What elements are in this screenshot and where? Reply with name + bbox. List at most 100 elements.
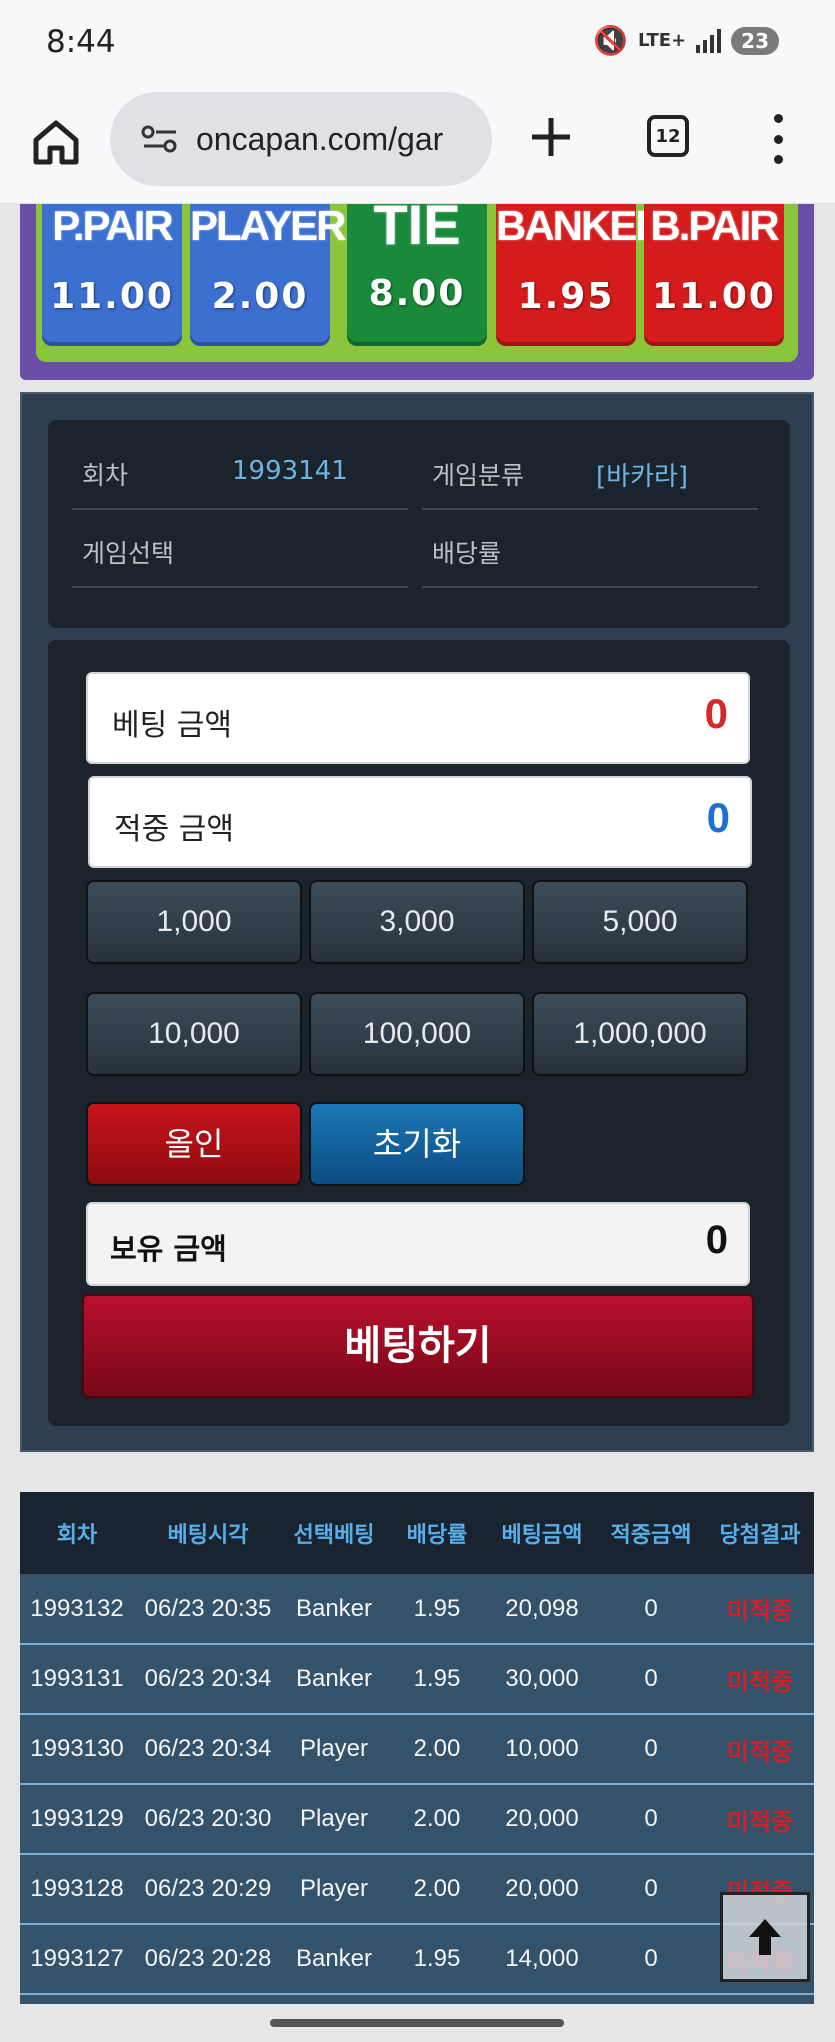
chip-1000000-button[interactable]: 1,000,000 bbox=[532, 992, 748, 1076]
odds-player-button[interactable]: PLAYER 2.00 bbox=[190, 202, 347, 346]
cell-win-amount: 0 bbox=[596, 1714, 706, 1785]
category-cell: 게임분류 [바카라] bbox=[422, 434, 758, 510]
odds-label: TIE bbox=[373, 193, 461, 256]
table-row: 1993127 06/23 20:28 Banker 1.95 14,000 0… bbox=[20, 1924, 814, 1995]
status-time: 8:44 bbox=[46, 24, 116, 60]
scroll-to-top-button[interactable] bbox=[720, 1892, 810, 1982]
betting-panel: 회차 1993141 게임분류 [바카라] 게임선택 배당률 베팅 금액 0 적… bbox=[20, 392, 814, 1452]
cell-bet-amount: 20,000 bbox=[488, 1854, 596, 1925]
cell-round: 1993130 bbox=[20, 1714, 134, 1785]
odds-board-inner: P.PAIR 11.00 PLAYER 2.00 TIE 8.00 BANKER… bbox=[36, 193, 798, 362]
cell-time: 06/23 20:29 bbox=[134, 1854, 282, 1925]
category-value: [바카라] bbox=[596, 462, 689, 492]
column-header: 배당률 bbox=[386, 1492, 488, 1574]
odds-tie-button[interactable]: TIE 8.00 bbox=[347, 193, 487, 346]
bet-amount-value: 0 bbox=[704, 690, 728, 737]
odds-label: B.PAIR bbox=[650, 202, 779, 249]
gesture-bar bbox=[270, 2019, 564, 2027]
cell-time: 06/23 20:28 bbox=[134, 1924, 282, 1995]
more-menu-icon[interactable] bbox=[768, 114, 788, 164]
odds-value: 11.00 bbox=[652, 276, 776, 317]
cell-round: 1993128 bbox=[20, 1854, 134, 1925]
table-row: 1993132 06/23 20:35 Banker 1.95 20,098 0… bbox=[20, 1574, 814, 1645]
balance-value: 0 bbox=[705, 1218, 728, 1262]
cell-time: 06/23 20:34 bbox=[134, 1644, 282, 1715]
info-row: 게임선택 배당률 bbox=[72, 512, 758, 588]
bet-amount-field[interactable]: 베팅 금액 0 bbox=[86, 672, 750, 764]
round-value: 1993141 bbox=[232, 456, 348, 486]
cell-round: 1993129 bbox=[20, 1784, 134, 1855]
cell-result: 미적중 bbox=[706, 1644, 814, 1715]
chip-5000-button[interactable]: 5,000 bbox=[532, 880, 748, 964]
cell-round: 1993132 bbox=[20, 1574, 134, 1645]
odds-cell: 배당률 bbox=[422, 512, 758, 588]
new-tab-icon[interactable] bbox=[528, 114, 574, 160]
chip-10000-button[interactable]: 10,000 bbox=[86, 992, 302, 1076]
tab-switcher-button[interactable]: 12 bbox=[647, 115, 689, 157]
chip-1000-button[interactable]: 1,000 bbox=[86, 880, 302, 964]
site-settings-icon[interactable] bbox=[140, 124, 180, 154]
url-text: oncapan.com/gar bbox=[196, 120, 444, 157]
odds-value: 1.95 bbox=[517, 276, 615, 317]
cell-round: 1993131 bbox=[20, 1644, 134, 1715]
status-bar: 8:44 🔇 LTE+ 23 bbox=[0, 0, 835, 88]
cell-selection: Banker bbox=[282, 1644, 386, 1715]
cell-time: 06/23 20:35 bbox=[134, 1574, 282, 1645]
odds-player-pair-button[interactable]: P.PAIR 11.00 bbox=[42, 202, 182, 346]
column-header: 베팅시각 bbox=[134, 1492, 282, 1574]
cell-selection: Player bbox=[282, 1854, 386, 1925]
cell-odds: 2.00 bbox=[386, 1714, 488, 1785]
cell-bet-amount: 20,000 bbox=[488, 1784, 596, 1855]
table-row: 1993131 06/23 20:34 Banker 1.95 30,000 0… bbox=[20, 1644, 814, 1715]
table-row: 1993128 06/23 20:29 Player 2.00 20,000 0… bbox=[20, 1854, 814, 1925]
cell-odds: 1.95 bbox=[386, 1644, 488, 1715]
odds-label: P.PAIR bbox=[52, 202, 174, 249]
bet-history-table: 회차 베팅시각 선택베팅 배당률 베팅금액 적중금액 당첨결과 1993132 … bbox=[20, 1492, 814, 2004]
all-in-button[interactable]: 올인 bbox=[86, 1102, 302, 1186]
cell-odds: 2.00 bbox=[386, 1854, 488, 1925]
cell-time: 06/23 20:34 bbox=[134, 1714, 282, 1785]
network-type: LTE+ bbox=[638, 29, 687, 51]
cell-bet-amount: 14,000 bbox=[488, 1924, 596, 1995]
odds-value: 11.00 bbox=[50, 276, 174, 317]
address-bar[interactable]: oncapan.com/gar bbox=[110, 92, 492, 186]
win-amount-field: 적중 금액 0 bbox=[88, 776, 752, 868]
odds-value: 2.00 bbox=[211, 276, 309, 317]
cell-win-amount: 0 bbox=[596, 1644, 706, 1715]
round-label: 회차 bbox=[82, 461, 129, 490]
cell-round: 1993127 bbox=[20, 1924, 134, 1995]
odds-board: P.PAIR 11.00 PLAYER 2.00 TIE 8.00 BANKER… bbox=[20, 193, 814, 380]
signal-icon bbox=[696, 28, 722, 53]
selection-label: 게임선택 bbox=[82, 539, 175, 568]
cell-win-amount: 0 bbox=[596, 1574, 706, 1645]
selection-cell: 게임선택 bbox=[72, 512, 408, 588]
chip-3000-button[interactable]: 3,000 bbox=[309, 880, 525, 964]
cell-selection: Banker bbox=[282, 1574, 386, 1645]
win-amount-value: 0 bbox=[706, 794, 730, 841]
round-cell: 회차 1993141 bbox=[72, 434, 408, 510]
battery-icon: 23 bbox=[731, 26, 779, 55]
game-info-box: 회차 1993141 게임분류 [바카라] 게임선택 배당률 bbox=[48, 420, 790, 628]
place-bet-button[interactable]: 베팅하기 bbox=[82, 1294, 754, 1398]
chip-100000-button[interactable]: 100,000 bbox=[309, 992, 525, 1076]
cell-bet-amount: 30,000 bbox=[488, 1644, 596, 1715]
table-row: 1993130 06/23 20:34 Player 2.00 10,000 0… bbox=[20, 1714, 814, 1785]
odds-label: PLAYER bbox=[190, 202, 347, 249]
column-header: 적중금액 bbox=[596, 1492, 706, 1574]
table-header-row: 회차 베팅시각 선택베팅 배당률 베팅금액 적중금액 당첨결과 bbox=[20, 1492, 814, 1574]
cell-odds: 1.95 bbox=[386, 1924, 488, 1995]
odds-value: 8.00 bbox=[368, 273, 466, 314]
win-amount-label: 적중 금액 bbox=[114, 812, 234, 847]
cell-bet-amount: 10,000 bbox=[488, 1714, 596, 1785]
odds-banker-pair-button[interactable]: B.PAIR 11.00 bbox=[644, 202, 784, 346]
cell-selection: Player bbox=[282, 1714, 386, 1785]
home-icon[interactable] bbox=[30, 116, 82, 168]
column-header: 회차 bbox=[20, 1492, 134, 1574]
odds-banker-button[interactable]: BANKER 1.95 bbox=[496, 202, 666, 346]
column-header: 베팅금액 bbox=[488, 1492, 596, 1574]
odds-rate-label: 배당률 bbox=[432, 539, 502, 568]
browser-toolbar: oncapan.com/gar 12 bbox=[0, 88, 835, 204]
arrow-up-icon bbox=[749, 1919, 781, 1955]
cell-odds: 2.00 bbox=[386, 1784, 488, 1855]
reset-button[interactable]: 초기화 bbox=[309, 1102, 525, 1186]
